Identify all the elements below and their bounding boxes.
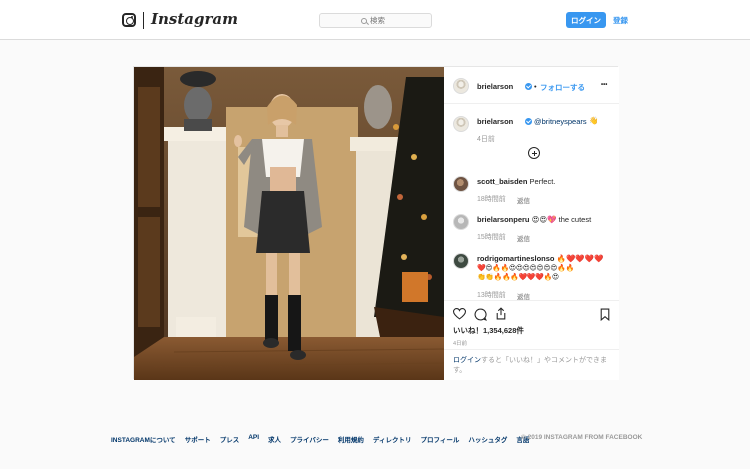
- copyright-text: © 2019 INSTAGRAM FROM FACEBOOK: [521, 434, 643, 441]
- instagram-wordmark[interactable]: Instagram: [151, 10, 238, 28]
- footer-link-api[interactable]: API: [248, 434, 259, 444]
- more-options-icon[interactable]: •••: [601, 82, 607, 88]
- post-photo[interactable]: [134, 67, 444, 380]
- post-actions: いいね！1,354,628件 4日前 ログインすると「いいね！」やコメントができ…: [444, 300, 619, 380]
- footer-link-privacy[interactable]: プライバシー: [290, 434, 329, 444]
- caption-time[interactable]: 4日前: [477, 134, 495, 144]
- reply-button[interactable]: 返信: [517, 233, 530, 243]
- footer-nav: INSTAGRAMについて サポート プレス API 求人 プライバシー 利用規…: [111, 434, 529, 444]
- comment-text: 😍😍💖 the cutest: [531, 215, 592, 224]
- verified-badge-icon: [525, 118, 532, 125]
- search-box[interactable]: [319, 13, 432, 28]
- footer-link-support[interactable]: サポート: [185, 434, 211, 444]
- comment-item: rodrigomartineslonso 🔥❤️❤️❤️❤️: [477, 254, 603, 263]
- comment-emoji-line: ❤️😍🔥🔥😍😍😍😍😍😍😍🔥🔥: [477, 265, 574, 272]
- comment-time[interactable]: 13時間前: [477, 290, 506, 300]
- search-input[interactable]: [370, 16, 390, 25]
- search-icon: [361, 17, 367, 24]
- footer-link-hashtags[interactable]: ハッシュタグ: [468, 434, 507, 444]
- caption-mention[interactable]: @britneyspears: [534, 117, 587, 126]
- comment-icon[interactable]: [474, 308, 487, 321]
- footer-link-about[interactable]: INSTAGRAMについて: [111, 434, 176, 444]
- logo-divider: [143, 12, 144, 29]
- author-username[interactable]: brielarson: [477, 82, 513, 91]
- footer-link-terms[interactable]: 利用規約: [338, 434, 364, 444]
- instagram-camera-icon[interactable]: [122, 13, 136, 27]
- comment-emoji-line: 🔥❤️❤️❤️❤️: [556, 254, 604, 263]
- follow-separator: •: [534, 82, 537, 91]
- post-side-panel: brielarson • フォローする ••• brielarson @brit…: [444, 67, 619, 380]
- heart-icon[interactable]: [453, 308, 466, 320]
- login-button[interactable]: ログイン: [566, 12, 606, 28]
- signup-link[interactable]: 登録: [613, 15, 628, 26]
- comment-item: scott_baisden Perfect.: [477, 177, 555, 186]
- likes-count[interactable]: いいね！1,354,628件: [453, 325, 524, 336]
- caption-emoji: 👋: [589, 116, 599, 125]
- comment-emoji-line: 👏👏🔥🔥🔥❤️❤️❤️🔥😍: [477, 274, 559, 281]
- comment-text: Perfect.: [529, 177, 556, 186]
- commenter-avatar[interactable]: [453, 253, 469, 269]
- comment-time[interactable]: 15時間前: [477, 232, 506, 242]
- comment-username[interactable]: brielarsonperu: [477, 215, 530, 224]
- comment-item: brielarsonperu 😍😍💖 the cutest: [477, 215, 591, 224]
- reply-button[interactable]: 返信: [517, 195, 530, 205]
- footer-link-jobs[interactable]: 求人: [268, 434, 281, 444]
- comment-time[interactable]: 18時間前: [477, 194, 506, 204]
- commenter-avatar[interactable]: [453, 176, 469, 192]
- bookmark-icon[interactable]: [600, 308, 610, 321]
- login-prompt: ログインすると「いいね！」やコメントができます。: [444, 349, 619, 382]
- footer-link-press[interactable]: プレス: [220, 434, 240, 444]
- top-nav-bar: Instagram ログイン 登録: [0, 0, 750, 40]
- post-photo-image: [134, 67, 444, 380]
- caption-avatar[interactable]: [453, 116, 469, 132]
- post-card: brielarson • フォローする ••• brielarson @brit…: [133, 66, 619, 380]
- commenter-avatar[interactable]: [453, 214, 469, 230]
- login-prompt-link[interactable]: ログイン: [453, 357, 481, 364]
- post-time[interactable]: 4日前: [453, 339, 467, 347]
- footer-link-profiles[interactable]: プロフィール: [420, 434, 459, 444]
- author-avatar[interactable]: [453, 78, 469, 94]
- post-header: brielarson • フォローする •••: [444, 67, 619, 104]
- follow-button[interactable]: フォローする: [540, 82, 585, 93]
- comment-username[interactable]: rodrigomartineslonso: [477, 254, 555, 263]
- verified-badge-icon: [525, 83, 532, 90]
- caption-username[interactable]: brielarson: [477, 117, 513, 126]
- comment-username[interactable]: scott_baisden: [477, 177, 527, 186]
- share-icon[interactable]: [495, 307, 507, 320]
- load-more-comments-icon[interactable]: [528, 147, 540, 159]
- footer-link-directory[interactable]: ディレクトリ: [373, 434, 412, 444]
